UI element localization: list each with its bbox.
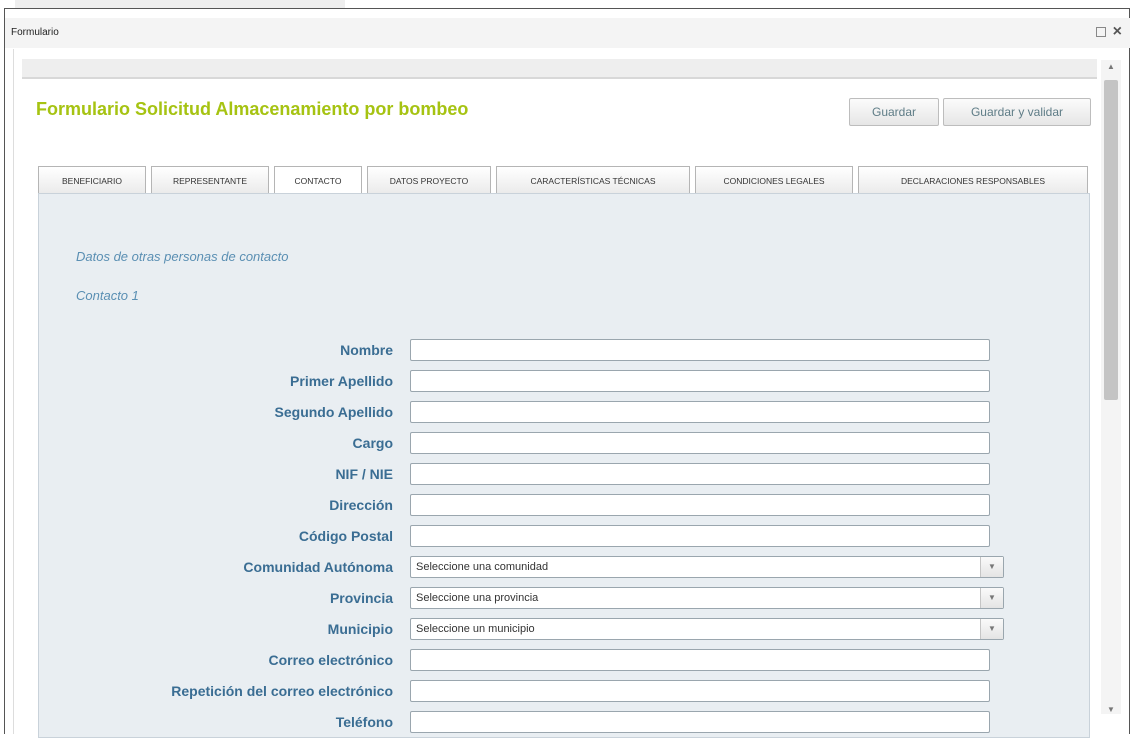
tab-declaraciones-responsables[interactable]: DECLARACIONES RESPONSABLES [858, 166, 1088, 194]
select-municipio-value: Seleccione un municipio [416, 623, 535, 635]
input-telefono[interactable] [410, 711, 990, 733]
chevron-down-icon[interactable]: ▼ [980, 588, 1003, 608]
label-telefono: Teléfono [335, 714, 393, 730]
tab-condiciones-legales[interactable]: CONDICIONES LEGALES [695, 166, 853, 194]
label-segundo-apellido: Segundo Apellido [274, 404, 393, 420]
label-codigo-postal: Código Postal [298, 528, 393, 544]
label-nif-nie: NIF / NIE [335, 466, 393, 482]
select-comunidad-autonoma[interactable]: Seleccione una comunidad ▼ [410, 556, 1004, 578]
contact-subheading: Contacto 1 [76, 288, 139, 303]
input-nif-nie[interactable] [410, 463, 990, 485]
select-provincia[interactable]: Seleccione una provincia ▼ [410, 587, 1004, 609]
window-titlebar: Formulario × [5, 18, 1130, 48]
tab-caracteristicas-tecnicas[interactable]: CARACTERÍSTICAS TÉCNICAS [496, 166, 690, 194]
tab-datos-proyecto[interactable]: DATOS PROYECTO [367, 166, 491, 194]
vertical-scrollbar[interactable]: ▲ ▼ [1101, 60, 1121, 714]
input-cargo[interactable] [410, 432, 990, 454]
top-toolbar-strip [22, 59, 1097, 79]
label-provincia: Provincia [329, 590, 393, 606]
tab-representante[interactable]: REPRESENTANTE [151, 166, 269, 194]
label-nombre: Nombre [340, 342, 393, 358]
label-cargo: Cargo [352, 435, 393, 451]
save-validate-button[interactable]: Guardar y validar [943, 98, 1091, 126]
input-codigo-postal[interactable] [410, 525, 990, 547]
label-repeticion-correo: Repetición del correo electrónico [171, 683, 393, 699]
chevron-down-icon[interactable]: ▼ [980, 557, 1003, 577]
select-municipio[interactable]: Seleccione un municipio ▼ [410, 618, 1004, 640]
save-button[interactable]: Guardar [849, 98, 939, 126]
scroll-up-icon[interactable]: ▲ [1101, 62, 1121, 71]
chevron-down-icon[interactable]: ▼ [980, 619, 1003, 639]
close-icon[interactable]: × [1113, 22, 1122, 42]
label-primer-apellido: Primer Apellido [290, 373, 393, 389]
tab-beneficiario[interactable]: BENEFICIARIO [38, 166, 146, 194]
label-municipio: Municipio [327, 621, 393, 637]
input-nombre[interactable] [410, 339, 990, 361]
tab-contacto[interactable]: CONTACTO [274, 166, 362, 196]
section-heading: Datos de otras personas de contacto [76, 249, 289, 264]
input-correo-electronico[interactable] [410, 649, 990, 671]
scrollbar-thumb[interactable] [1104, 80, 1118, 400]
form-content: Formulario Solicitud Almacenamiento por … [13, 49, 1097, 738]
select-comunidad-value: Seleccione una comunidad [416, 561, 549, 573]
form-title: Formulario Solicitud Almacenamiento por … [36, 99, 469, 119]
input-segundo-apellido[interactable] [410, 401, 990, 423]
input-direccion[interactable] [410, 494, 990, 516]
select-provincia-value: Seleccione una provincia [416, 592, 539, 604]
input-repeticion-correo[interactable] [410, 680, 990, 702]
label-direccion: Dirección [329, 497, 393, 513]
input-primer-apellido[interactable] [410, 370, 990, 392]
scroll-down-icon[interactable]: ▼ [1101, 705, 1121, 714]
window-title: Formulario [11, 27, 59, 38]
label-correo-electronico: Correo electrónico [268, 652, 393, 668]
label-comunidad-autonoma: Comunidad Autónoma [243, 559, 393, 575]
restore-window-icon[interactable] [1096, 27, 1106, 37]
